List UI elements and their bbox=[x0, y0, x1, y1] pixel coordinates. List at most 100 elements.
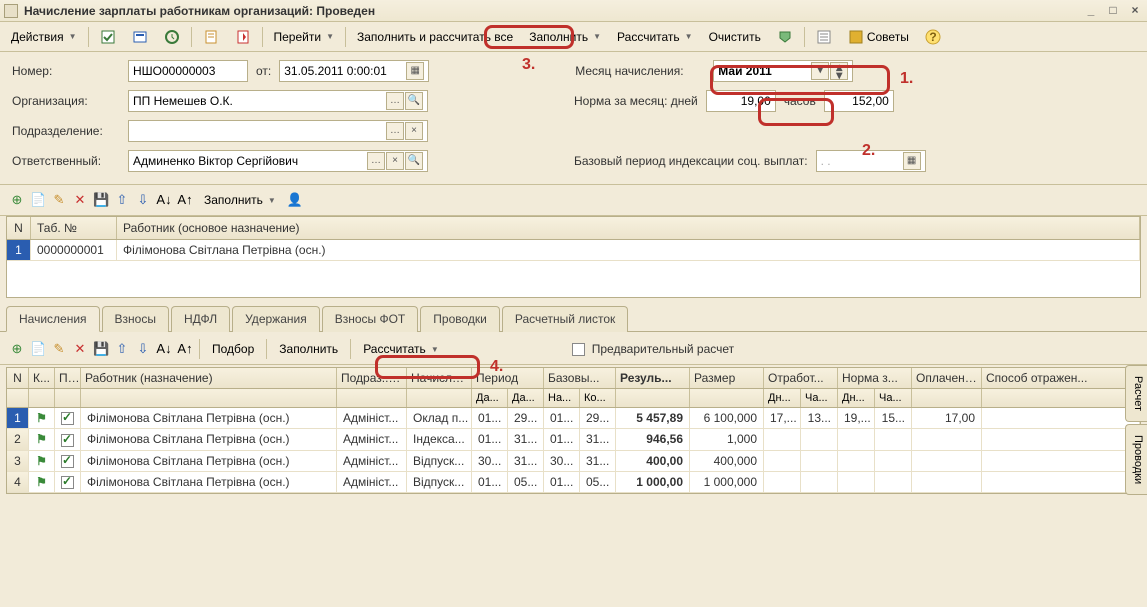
norm-days-input[interactable]: 19,00 bbox=[706, 90, 776, 112]
close-button[interactable]: × bbox=[1127, 3, 1143, 19]
select-button[interactable]: Подбор bbox=[205, 338, 261, 360]
base-period-label: Базовый период индексации соц. выплат: bbox=[574, 154, 808, 168]
actions-dropdown[interactable]: Действия▼ bbox=[4, 26, 84, 48]
clear-button[interactable]: Очистить bbox=[702, 26, 768, 48]
precalc-label: Предварительный расчет bbox=[592, 342, 734, 356]
resp-label: Ответственный: bbox=[12, 154, 120, 168]
edit-icon[interactable]: ✎ bbox=[50, 191, 68, 209]
ellipsis-icon[interactable]: … bbox=[367, 152, 385, 170]
norm-label: Норма за месяц: дней bbox=[574, 94, 698, 108]
ellipsis-icon[interactable]: … bbox=[386, 122, 404, 140]
tab-payslip[interactable]: Расчетный листок bbox=[502, 306, 628, 332]
copy-icon[interactable]: 📄 bbox=[29, 191, 47, 209]
tips-button[interactable]: Советы bbox=[841, 25, 916, 49]
fill-calc-all-button[interactable]: Заполнить и рассчитать все bbox=[350, 26, 520, 48]
tab-strip: Начисления Взносы НДФЛ Удержания Взносы … bbox=[6, 306, 1147, 332]
main-toolbar: Действия▼ Перейти▼ Заполнить и рассчитат… bbox=[0, 22, 1147, 52]
tb-icon-3[interactable] bbox=[157, 25, 187, 49]
calc-dropdown[interactable]: Рассчитать▼ bbox=[610, 26, 700, 48]
base-period-input[interactable]: . .▦ bbox=[816, 150, 926, 172]
tb-icon-7[interactable] bbox=[809, 25, 839, 49]
add-icon[interactable]: ⊕ bbox=[8, 191, 26, 209]
edit-icon[interactable]: ✎ bbox=[50, 340, 68, 358]
date-picker-icon[interactable]: ▦ bbox=[406, 62, 424, 80]
tab-deduct[interactable]: Удержания bbox=[232, 306, 320, 332]
grid-row[interactable]: 4⚑Філімонова Світлана Петрівна (осн.)Адм… bbox=[7, 472, 1140, 493]
form-area: Номер: НШО00000003 от: 31.05.2011 0:00:0… bbox=[0, 52, 1147, 184]
month-input[interactable]: Май 2011▾▴▾ bbox=[713, 60, 853, 82]
dropdown-icon[interactable]: ▾ bbox=[811, 62, 829, 80]
precalc-checkbox[interactable] bbox=[572, 343, 585, 356]
spinner-icon[interactable]: ▴▾ bbox=[830, 62, 848, 80]
window-title: Начисление зарплаты работникам организац… bbox=[24, 4, 1083, 18]
moveup-icon[interactable]: ⇧ bbox=[113, 191, 131, 209]
org-label: Организация: bbox=[12, 94, 120, 108]
sort-desc-icon[interactable]: A↑ bbox=[176, 191, 194, 209]
side-tabs: Расчет Проводки bbox=[1125, 365, 1147, 497]
tab-fot[interactable]: Взносы ФОТ bbox=[322, 306, 419, 332]
sidetab-calc[interactable]: Расчет bbox=[1125, 365, 1147, 422]
save-icon[interactable]: 💾 bbox=[92, 340, 110, 358]
sort-desc-icon[interactable]: A↑ bbox=[176, 340, 194, 358]
grid-row[interactable]: 1⚑Філімонова Світлана Петрівна (осн.)Адм… bbox=[7, 408, 1140, 429]
tab-accruals[interactable]: Начисления bbox=[6, 306, 100, 332]
tb-icon-6[interactable] bbox=[770, 25, 800, 49]
sort-asc-icon[interactable]: A↓ bbox=[155, 340, 173, 358]
ellipsis-icon[interactable]: … bbox=[386, 92, 404, 110]
mini-fill-dropdown[interactable]: Заполнить▼ bbox=[197, 189, 283, 211]
tb-icon-1[interactable] bbox=[93, 25, 123, 49]
lower-grid: N К... П... Работник (назначение) Подраз… bbox=[6, 367, 1141, 494]
search-icon[interactable]: 🔍 bbox=[405, 92, 423, 110]
lower-mini-toolbar: ⊕ 📄 ✎ ✕ 💾 ⇧ ⇩ A↓ A↑ Подбор Заполнить Рас… bbox=[0, 334, 1147, 365]
col-worker[interactable]: Работник (основое назначение) bbox=[117, 217, 1140, 239]
number-label: Номер: bbox=[12, 64, 120, 78]
from-input[interactable]: 31.05.2011 0:00:01▦ bbox=[279, 60, 429, 82]
help-button[interactable]: ? bbox=[918, 25, 948, 49]
save-icon[interactable]: 💾 bbox=[92, 191, 110, 209]
resp-input[interactable]: Админенко Віктор Сергійович…×🔍 bbox=[128, 150, 428, 172]
lower-calc-dropdown[interactable]: Рассчитать▼ bbox=[356, 338, 446, 360]
hours-label: часов bbox=[784, 94, 816, 108]
tab-entries[interactable]: Проводки bbox=[420, 306, 500, 332]
subdiv-input[interactable]: …× bbox=[128, 120, 428, 142]
tab-contrib[interactable]: Взносы bbox=[102, 306, 169, 332]
tb-icon-2[interactable] bbox=[125, 25, 155, 49]
grid-row[interactable]: 3⚑Філімонова Світлана Петрівна (осн.)Адм… bbox=[7, 451, 1140, 472]
upper-mini-toolbar: ⊕ 📄 ✎ ✕ 💾 ⇧ ⇩ A↓ A↑ Заполнить▼ 👤 bbox=[0, 184, 1147, 216]
clear-icon[interactable]: × bbox=[386, 152, 404, 170]
tab-body: ⊕ 📄 ✎ ✕ 💾 ⇧ ⇩ A↓ A↑ Подбор Заполнить Рас… bbox=[0, 331, 1147, 494]
sidetab-entries[interactable]: Проводки bbox=[1125, 424, 1147, 495]
grid-row[interactable]: 2⚑Філімонова Світлана Петрівна (осн.)Адм… bbox=[7, 429, 1140, 450]
titlebar: Начисление зарплаты работникам организац… bbox=[0, 0, 1147, 22]
sort-asc-icon[interactable]: A↓ bbox=[155, 191, 173, 209]
date-picker-icon[interactable]: ▦ bbox=[903, 152, 921, 170]
maximize-button[interactable]: □ bbox=[1105, 3, 1121, 19]
upper-table: N Таб. № Работник (основое назначение) 1… bbox=[6, 216, 1141, 298]
tb-icon-5[interactable] bbox=[228, 25, 258, 49]
tb-icon-4[interactable] bbox=[196, 25, 226, 49]
subdiv-label: Подразделение: bbox=[12, 124, 120, 138]
delete-icon[interactable]: ✕ bbox=[71, 340, 89, 358]
moveup-icon[interactable]: ⇧ bbox=[113, 340, 131, 358]
org-input[interactable]: ПП Немешев О.К.…🔍 bbox=[128, 90, 428, 112]
movedown-icon[interactable]: ⇩ bbox=[134, 340, 152, 358]
person-icon[interactable]: 👤 bbox=[286, 191, 304, 209]
minimize-button[interactable]: _ bbox=[1083, 3, 1099, 19]
search-icon[interactable]: 🔍 bbox=[405, 152, 423, 170]
col-n[interactable]: N bbox=[7, 217, 31, 239]
copy-icon[interactable]: 📄 bbox=[29, 340, 47, 358]
clear-icon[interactable]: × bbox=[405, 122, 423, 140]
tab-ndfl[interactable]: НДФЛ bbox=[171, 306, 230, 332]
from-label: от: bbox=[256, 64, 271, 78]
fill-dropdown[interactable]: Заполнить▼ bbox=[522, 26, 608, 48]
lower-fill-button[interactable]: Заполнить bbox=[272, 338, 345, 360]
delete-icon[interactable]: ✕ bbox=[71, 191, 89, 209]
number-input[interactable]: НШО00000003 bbox=[128, 60, 248, 82]
go-dropdown[interactable]: Перейти▼ bbox=[267, 26, 341, 48]
movedown-icon[interactable]: ⇩ bbox=[134, 191, 152, 209]
month-label: Месяц начисления: bbox=[575, 64, 705, 78]
norm-hours-input[interactable]: 152,00 bbox=[824, 90, 894, 112]
add-icon[interactable]: ⊕ bbox=[8, 340, 26, 358]
table-row[interactable]: 1 0000000001 Філімонова Світлана Петрівн… bbox=[7, 240, 1140, 261]
col-tabno[interactable]: Таб. № bbox=[31, 217, 117, 239]
